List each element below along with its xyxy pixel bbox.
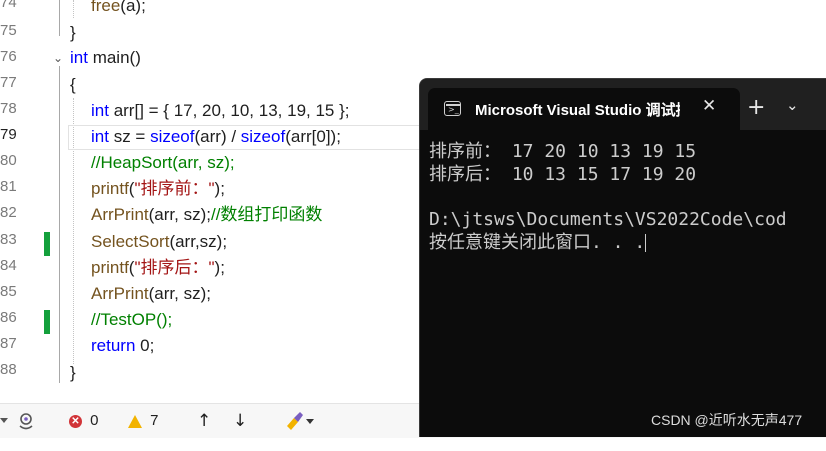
line-number: 85: [0, 283, 17, 300]
error-icon: ✕: [69, 414, 82, 428]
zoom-dropdown-caret[interactable]: [0, 418, 8, 423]
change-indicator: [44, 310, 50, 334]
new-tab-button[interactable]: +: [747, 97, 765, 119]
code-line[interactable]: SelectSort(arr,sz);: [91, 230, 227, 254]
errors-count: 0: [90, 412, 99, 429]
code-line[interactable]: printf("排序前：");: [91, 177, 225, 201]
code-line[interactable]: int arr[] = { 17, 20, 10, 13, 19, 15 };: [91, 99, 350, 123]
console-output-line: 按任意键关闭此窗口. . .: [429, 232, 647, 253]
code-line[interactable]: }: [70, 361, 76, 385]
errors-indicator[interactable]: ✕ 0: [69, 404, 99, 438]
code-line[interactable]: }: [70, 21, 76, 45]
line-number: 87: [0, 335, 17, 352]
code-line-comment[interactable]: //HeapSort(arr, sz);: [91, 151, 235, 175]
warnings-indicator[interactable]: 7: [128, 404, 159, 438]
line-number: 75: [0, 22, 17, 39]
line-number: 80: [0, 152, 17, 169]
line-number: 84: [0, 257, 17, 274]
indent-guide: [73, 0, 74, 18]
code-line-current[interactable]: int sz = sizeof(arr) / sizeof(arr[0]);: [91, 125, 341, 149]
code-line[interactable]: {: [70, 73, 76, 97]
code-cleanup-icon[interactable]: [284, 404, 316, 438]
code-line[interactable]: printf("排序后：");: [91, 256, 225, 280]
console-output-line: 排序前： 17 20 10 13 19 15: [429, 141, 697, 162]
code-line[interactable]: return 0;: [91, 334, 154, 358]
close-icon[interactable]: ✕: [702, 96, 716, 116]
tab-debug-console[interactable]: >_ Microsoft Visual Studio 调试控制台 ✕: [428, 88, 740, 130]
arrow-down-icon[interactable]: ↓: [233, 404, 247, 438]
code-line[interactable]: int main(): [70, 46, 141, 70]
line-number: 88: [0, 361, 17, 378]
console-output-line: 排序后： 10 13 15 17 19 20: [429, 164, 697, 185]
change-indicator: [44, 232, 50, 256]
tab-title: Microsoft Visual Studio 调试控制台: [475, 102, 680, 119]
line-number: 74: [0, 0, 17, 11]
code-line[interactable]: free(a);: [91, 0, 146, 18]
code-line-comment[interactable]: //TestOP();: [91, 308, 172, 332]
line-number: 78: [0, 100, 17, 117]
watermark: CSDN @近听水无声477: [651, 412, 803, 428]
line-number: 76: [0, 48, 17, 65]
line-number: 83: [0, 231, 17, 248]
arrow-up-icon[interactable]: ↑: [197, 404, 211, 438]
fold-line: [59, 0, 60, 36]
chevron-down-icon[interactable]: ⌄: [786, 96, 799, 114]
code-line[interactable]: ArrPrint(arr, sz);: [91, 282, 211, 306]
line-number: 81: [0, 178, 17, 195]
warnings-count: 7: [150, 412, 159, 429]
text-cursor: [645, 234, 647, 252]
code-line[interactable]: ArrPrint(arr, sz);//数组打印函数: [91, 203, 322, 227]
copilot-icon[interactable]: [16, 404, 38, 438]
console-output-line: D:\jtsws\Documents\VS2022Code\cod: [429, 209, 787, 230]
terminal-icon: >_: [444, 101, 461, 116]
fold-line: [59, 66, 60, 383]
line-number: 77: [0, 74, 17, 91]
debug-console-window[interactable]: >_ Microsoft Visual Studio 调试控制台 ✕ + ⌄ 排…: [419, 78, 826, 437]
terminal-titlebar: >_ Microsoft Visual Studio 调试控制台 ✕ + ⌄: [420, 79, 826, 130]
line-number: 82: [0, 204, 17, 221]
warning-icon: [128, 414, 142, 428]
chevron-down-icon[interactable]: ⌄: [53, 51, 63, 65]
line-number-current: 79: [0, 126, 17, 143]
line-number: 86: [0, 309, 17, 326]
